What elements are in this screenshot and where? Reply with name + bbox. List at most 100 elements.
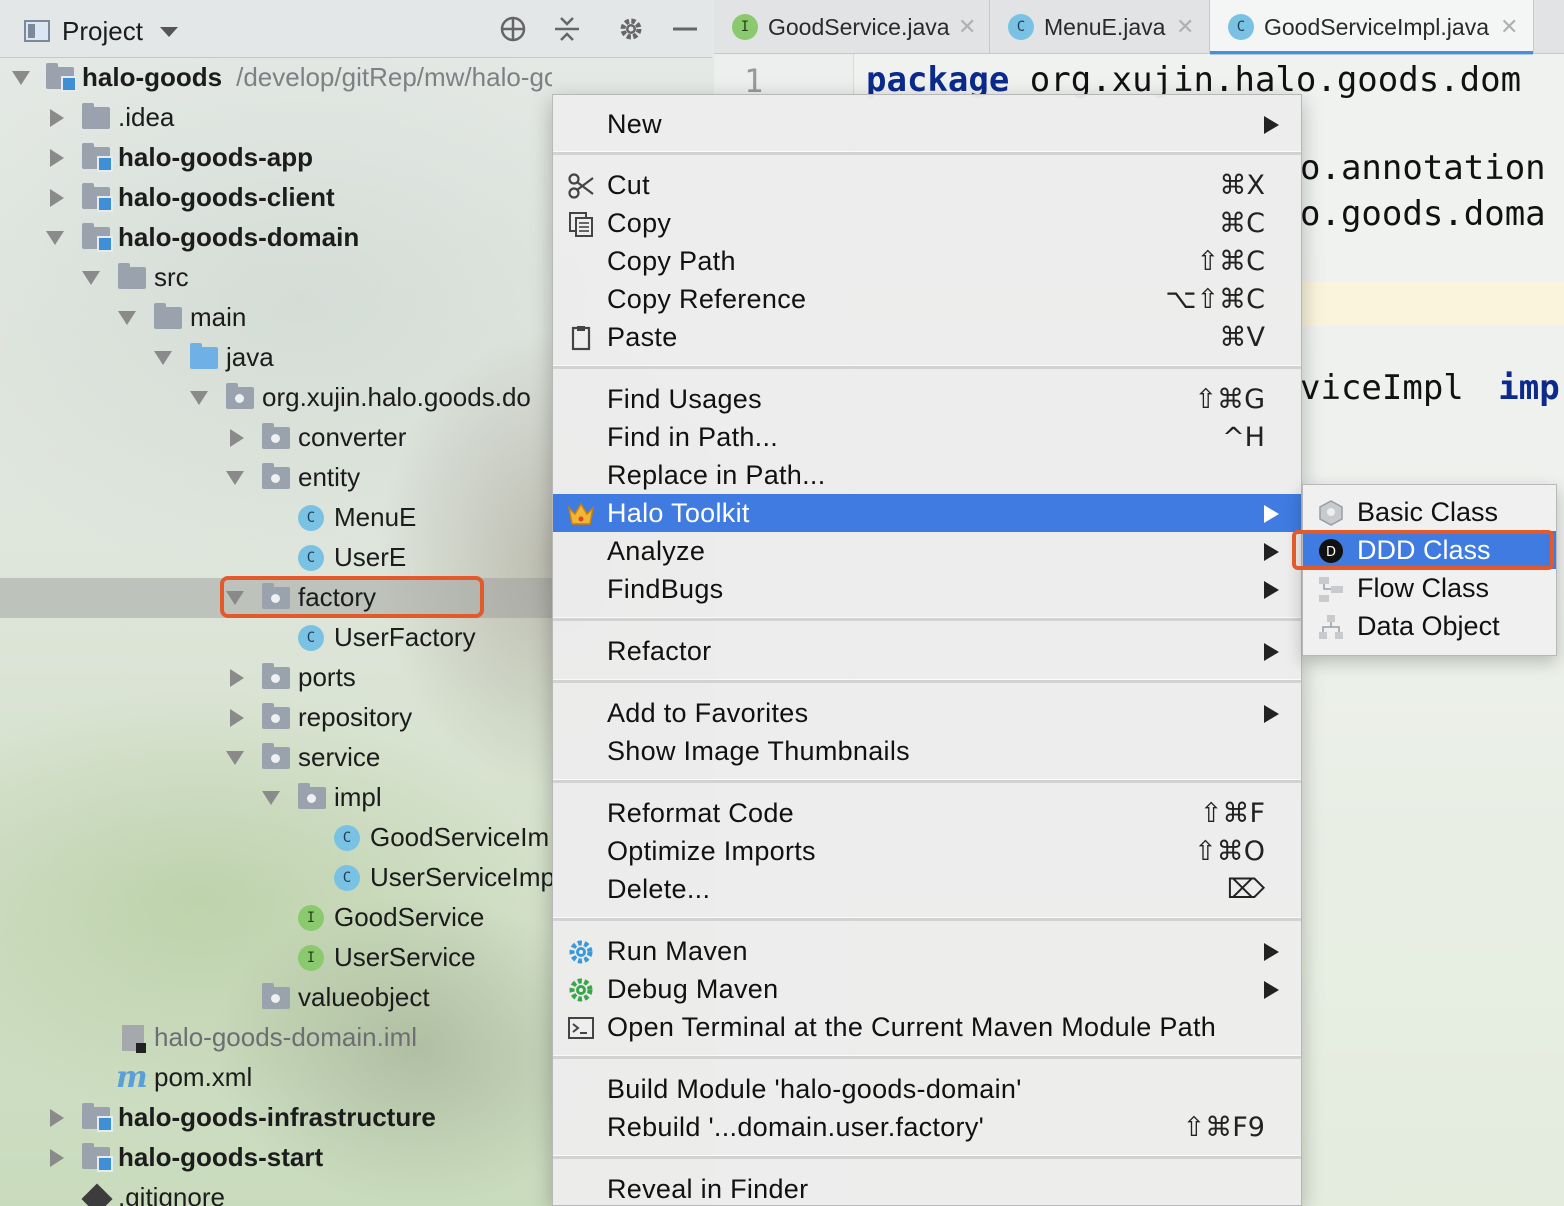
menu-item-copy-path[interactable]: Copy Path ⇧⌘C bbox=[553, 242, 1301, 280]
chevron-right-icon[interactable] bbox=[50, 189, 64, 207]
menu-item-delete[interactable]: Delete... ⌦ bbox=[553, 870, 1301, 908]
tree-row-halo-goods-client[interactable]: halo-goods-client bbox=[0, 178, 552, 218]
tree-label: java bbox=[226, 342, 274, 372]
hide-panel-icon[interactable] bbox=[670, 14, 700, 44]
menu-item-add-to-favorites[interactable]: Add to Favorites bbox=[553, 694, 1301, 732]
tab-goodservice[interactable]: I GoodService.java ✕ bbox=[714, 0, 990, 54]
submenu-item-basic-class[interactable]: Basic Class bbox=[1303, 493, 1556, 531]
menu-item-label: Add to Favorites bbox=[607, 698, 809, 728]
tree-row-repository[interactable]: repository bbox=[0, 698, 552, 738]
menu-item-copy[interactable]: Copy ⌘C bbox=[553, 204, 1301, 242]
project-view-selector[interactable]: Project bbox=[62, 16, 143, 47]
tree-row-entity[interactable]: entity bbox=[0, 458, 552, 498]
menu-item-reformat-code[interactable]: Reformat Code ⇧⌘F bbox=[553, 794, 1301, 832]
tree-row-package[interactable]: org.xujin.halo.goods.do bbox=[0, 378, 552, 418]
tree-row-valueobject[interactable]: valueobject bbox=[0, 978, 552, 1018]
menu-item-open-terminal[interactable]: Open Terminal at the Current Maven Modul… bbox=[553, 1008, 1301, 1046]
chevron-right-icon[interactable] bbox=[230, 429, 244, 447]
tree-row-ports[interactable]: ports bbox=[0, 658, 552, 698]
menu-item-cut[interactable]: Cut ⌘X bbox=[553, 166, 1301, 204]
tree-row-menue[interactable]: C MenuE bbox=[0, 498, 552, 538]
submenu-item-label: Data Object bbox=[1357, 611, 1500, 641]
chevron-right-icon[interactable] bbox=[50, 149, 64, 167]
submenu-item-flow-class[interactable]: Flow Class bbox=[1303, 569, 1556, 607]
menu-item-shortcut: ⌘X bbox=[1219, 170, 1266, 201]
tree-row-iml[interactable]: halo-goods-domain.iml bbox=[0, 1018, 552, 1058]
tree-row-converter[interactable]: converter bbox=[0, 418, 552, 458]
menu-item-label: Reveal in Finder bbox=[607, 1174, 809, 1204]
chevron-down-icon[interactable] bbox=[82, 271, 100, 285]
chevron-down-icon[interactable] bbox=[12, 71, 30, 85]
menu-item-rebuild[interactable]: Rebuild '...domain.user.factory' ⇧⌘F9 bbox=[553, 1108, 1301, 1146]
chevron-down-icon[interactable] bbox=[226, 751, 244, 765]
menu-item-paste[interactable]: Paste ⌘V bbox=[553, 318, 1301, 356]
chevron-down-icon[interactable] bbox=[154, 351, 172, 365]
locate-icon[interactable] bbox=[498, 14, 528, 44]
tree-row-java[interactable]: java bbox=[0, 338, 552, 378]
menu-separator bbox=[553, 917, 1301, 921]
menu-item-build-module[interactable]: Build Module 'halo-goods-domain' bbox=[553, 1070, 1301, 1108]
tree-label: halo-goods-start bbox=[118, 1142, 324, 1172]
tree-row-service[interactable]: service bbox=[0, 738, 552, 778]
chevron-down-icon[interactable] bbox=[46, 231, 64, 245]
chevron-down-icon[interactable] bbox=[226, 471, 244, 485]
close-icon[interactable]: ✕ bbox=[958, 14, 976, 40]
tree-row-halo-goods-infrastructure[interactable]: halo-goods-infrastructure bbox=[0, 1098, 552, 1138]
menu-item-optimize-imports[interactable]: Optimize Imports ⇧⌘O bbox=[553, 832, 1301, 870]
menu-item-label: Build Module 'halo-goods-domain' bbox=[607, 1074, 1022, 1104]
menu-item-run-maven[interactable]: Run Maven bbox=[553, 932, 1301, 970]
menu-separator bbox=[553, 1155, 1301, 1159]
tree-row-idea[interactable]: .idea bbox=[0, 98, 552, 138]
chevron-right-icon[interactable] bbox=[50, 1109, 64, 1127]
tree-label: MenuE bbox=[334, 502, 417, 532]
chevron-down-icon[interactable] bbox=[262, 791, 280, 805]
menu-item-copy-reference[interactable]: Copy Reference ⌥⇧⌘C bbox=[553, 280, 1301, 318]
class-icon: C bbox=[298, 545, 324, 571]
collapse-all-icon[interactable] bbox=[552, 14, 582, 44]
menu-item-findbugs[interactable]: FindBugs bbox=[553, 570, 1301, 608]
tab-menue[interactable]: C MenuE.java ✕ bbox=[990, 0, 1210, 54]
gear-icon[interactable] bbox=[616, 14, 646, 44]
submenu-arrow-icon bbox=[1264, 116, 1279, 134]
menu-item-new[interactable]: New bbox=[553, 105, 1301, 143]
tab-goodserviceimpl[interactable]: C GoodServiceImpl.java ✕ bbox=[1210, 0, 1534, 55]
chevron-right-icon[interactable] bbox=[50, 109, 64, 127]
tree-row-pom[interactable]: m pom.xml bbox=[0, 1058, 552, 1098]
close-icon[interactable]: ✕ bbox=[1500, 14, 1518, 40]
chevron-down-icon[interactable] bbox=[190, 391, 208, 405]
menu-item-refactor[interactable]: Refactor bbox=[553, 632, 1301, 670]
tree-row-gitignore[interactable]: .gitignore bbox=[0, 1178, 552, 1206]
tree-row-halo-goods-domain[interactable]: halo-goods-domain bbox=[0, 218, 552, 258]
tree-row-halo-goods[interactable]: halo-goods/develop/gitRep/mw/halo-goods bbox=[0, 58, 552, 98]
close-icon[interactable]: ✕ bbox=[1176, 14, 1194, 40]
chevron-right-icon[interactable] bbox=[50, 1149, 64, 1167]
menu-item-find-in-path[interactable]: Find in Path... ^H bbox=[553, 418, 1301, 456]
submenu-item-data-object[interactable]: Data Object bbox=[1303, 607, 1556, 645]
tree-row-impl[interactable]: impl bbox=[0, 778, 552, 818]
tree-row-src[interactable]: src bbox=[0, 258, 552, 298]
menu-item-show-image-thumbnails[interactable]: Show Image Thumbnails bbox=[553, 732, 1301, 770]
chevron-down-icon[interactable] bbox=[118, 311, 136, 325]
menu-item-reveal-in-finder[interactable]: Reveal in Finder bbox=[553, 1170, 1301, 1205]
tree-row-goodservice[interactable]: I GoodService bbox=[0, 898, 552, 938]
tree-row-usere[interactable]: C UserE bbox=[0, 538, 552, 578]
tree-row-goodserviceimpl[interactable]: C GoodServiceIm bbox=[0, 818, 552, 858]
menu-item-replace-in-path[interactable]: Replace in Path... bbox=[553, 456, 1301, 494]
tree-row-userfactory[interactable]: C UserFactory bbox=[0, 618, 552, 658]
chevron-right-icon[interactable] bbox=[230, 709, 244, 727]
submenu-arrow-icon bbox=[1264, 581, 1279, 599]
code-line-3: o.goods.doma bbox=[1300, 194, 1546, 234]
menu-item-find-usages[interactable]: Find Usages ⇧⌘G bbox=[553, 380, 1301, 418]
tree-row-userserviceimpl[interactable]: C UserServiceImp bbox=[0, 858, 552, 898]
tree-row-userservice[interactable]: I UserService bbox=[0, 938, 552, 978]
tree-row-main[interactable]: main bbox=[0, 298, 552, 338]
menu-item-debug-maven[interactable]: Debug Maven bbox=[553, 970, 1301, 1008]
chevron-right-icon[interactable] bbox=[230, 669, 244, 687]
tree-label: main bbox=[190, 302, 247, 332]
tree-row-halo-goods-app[interactable]: halo-goods-app bbox=[0, 138, 552, 178]
package-icon bbox=[298, 783, 326, 809]
tree-row-halo-goods-start[interactable]: halo-goods-start bbox=[0, 1138, 552, 1178]
menu-item-halo-toolkit[interactable]: Halo Toolkit bbox=[553, 494, 1301, 532]
chevron-down-icon[interactable] bbox=[160, 27, 178, 37]
menu-item-analyze[interactable]: Analyze bbox=[553, 532, 1301, 570]
